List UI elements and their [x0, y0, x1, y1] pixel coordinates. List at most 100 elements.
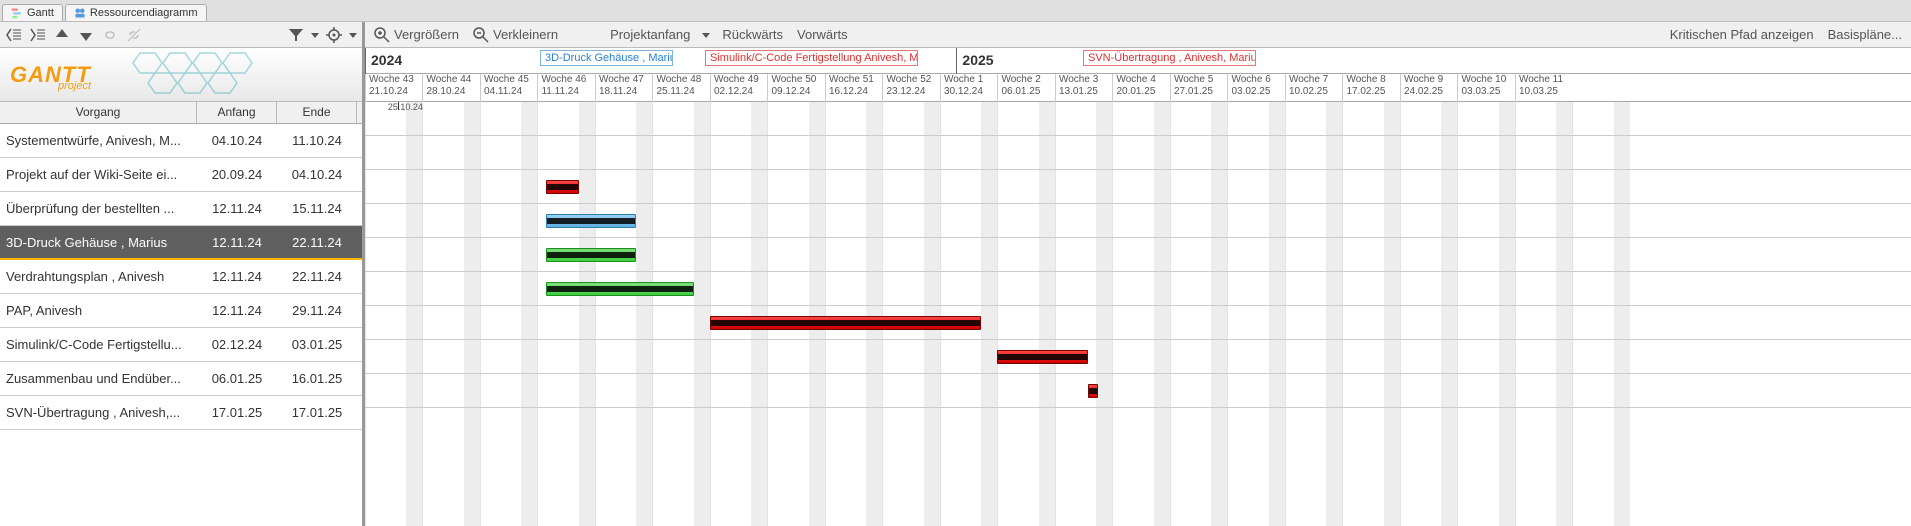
tab-resources-label: Ressourcendiagramm	[90, 7, 198, 19]
filter-button[interactable]	[286, 25, 306, 45]
task-end: 04.10.24	[277, 167, 357, 182]
week-header: Woche 420.01.25	[1112, 74, 1169, 102]
nav-back-button[interactable]: Rückwärts	[719, 25, 786, 44]
indent-button[interactable]	[28, 25, 48, 45]
week-header: Woche 4825.11.24	[652, 74, 709, 102]
columns-dropdown[interactable]	[348, 25, 358, 45]
task-end: 22.11.24	[277, 235, 357, 250]
columns-settings-button[interactable]	[324, 25, 344, 45]
task-name: 3D-Druck Gehäuse , Marius	[0, 235, 197, 250]
move-down-button[interactable]	[76, 25, 96, 45]
task-name: Zusammenbau und Endüber...	[0, 371, 197, 386]
week-header: Woche 924.02.25	[1400, 74, 1457, 102]
week-header: Woche 5223.12.24	[882, 74, 939, 102]
task-start: 04.10.24	[197, 133, 277, 148]
project-start-label: Projektanfang	[610, 27, 690, 42]
week-header: Woche 4718.11.24	[595, 74, 652, 102]
table-header: Vorgang Anfang Ende	[0, 102, 362, 124]
week-header: Woche 603.02.25	[1227, 74, 1284, 102]
week-header: Woche 4902.12.24	[710, 74, 767, 102]
gantt-pane: Vergrößern Verkleinern Projektanfang Rüc…	[365, 22, 1911, 526]
task-start: 12.11.24	[197, 303, 277, 318]
task-row[interactable]: Verdrahtungsplan , Anivesh12.11.2422.11.…	[0, 260, 362, 294]
task-row[interactable]: SVN-Übertragung , Anivesh,...17.01.2517.…	[0, 396, 362, 430]
week-header: Woche 4321.10.24	[365, 74, 422, 102]
milestone-label: SVN-Übertragung , Anivesh, Marius	[1083, 50, 1256, 66]
task-start: 20.09.24	[197, 167, 277, 182]
week-header: Woche 206.01.25	[997, 74, 1054, 102]
task-row[interactable]: Simulink/C-Code Fertigstellu...02.12.240…	[0, 328, 362, 362]
logo-subtitle: project	[58, 80, 91, 92]
task-name: Projekt auf der Wiki-Seite ei...	[0, 167, 197, 182]
zoom-in-label: Vergrößern	[394, 27, 459, 42]
week-header: Woche 817.02.25	[1342, 74, 1399, 102]
nav-forward-label: Vorwärts	[797, 27, 848, 42]
zoom-in-icon	[374, 27, 390, 43]
week-header: Woche 4504.11.24	[480, 74, 537, 102]
year-label: 2025	[962, 52, 993, 68]
task-name: SVN-Übertragung , Anivesh,...	[0, 405, 197, 420]
critical-path-button[interactable]: Kritischen Pfad anzeigen	[1667, 25, 1817, 44]
task-row[interactable]: 3D-Druck Gehäuse , Marius12.11.2422.11.2…	[0, 226, 362, 260]
nav-back-label: Rückwärts	[722, 27, 783, 42]
task-start: 12.11.24	[197, 269, 277, 284]
zoom-out-label: Verkleinern	[493, 27, 558, 42]
week-header: Woche 4611.11.24	[537, 74, 594, 102]
gantt-chart[interactable]: 25.10.24	[365, 102, 1911, 526]
outdent-button[interactable]	[4, 25, 24, 45]
timeline-header: 2024 2025 3D-Druck Gehäuse , Marius Simulin…	[365, 48, 1911, 102]
zoom-in-button[interactable]: Vergrößern	[371, 25, 462, 45]
tab-gantt[interactable]: Gantt	[2, 4, 63, 21]
task-start: 12.11.24	[197, 201, 277, 216]
week-header: Woche 710.02.25	[1285, 74, 1342, 102]
task-row[interactable]: Zusammenbau und Endüber...06.01.2516.01.…	[0, 362, 362, 396]
task-name: Systementwürfe, Anivesh, M...	[0, 133, 197, 148]
milestone-label: Simulink/C-Code Fertigstellung Anivesh, …	[705, 50, 918, 66]
move-up-button[interactable]	[52, 25, 72, 45]
week-header: Woche 4428.10.24	[422, 74, 479, 102]
link-button[interactable]	[100, 25, 120, 45]
task-end: 15.11.24	[277, 201, 357, 216]
tab-resources[interactable]: Ressourcendiagramm	[65, 4, 207, 21]
task-end: 17.01.25	[277, 405, 357, 420]
task-end: 11.10.24	[277, 133, 357, 148]
baselines-button[interactable]: Basispläne...	[1825, 25, 1905, 44]
task-start: 02.12.24	[197, 337, 277, 352]
year-label: 2024	[371, 52, 402, 68]
task-toolbar	[0, 22, 362, 48]
project-start-button[interactable]: Projektanfang	[607, 25, 693, 44]
task-row[interactable]: Systementwürfe, Anivesh, M...04.10.2411.…	[0, 124, 362, 158]
baselines-label: Basispläne...	[1828, 27, 1902, 42]
project-start-dropdown[interactable]	[701, 25, 711, 45]
zoom-out-button[interactable]: Verkleinern	[470, 25, 561, 45]
tab-gantt-label: Gantt	[27, 7, 54, 19]
unlink-button[interactable]	[124, 25, 144, 45]
task-row[interactable]: Projekt auf der Wiki-Seite ei...20.09.24…	[0, 158, 362, 192]
col-header-name[interactable]: Vorgang	[0, 102, 197, 123]
week-header: Woche 1110.03.25	[1515, 74, 1572, 102]
milestone-label: 3D-Druck Gehäuse , Marius	[540, 50, 673, 66]
task-rows: Systementwürfe, Anivesh, M...04.10.2411.…	[0, 124, 362, 526]
nav-forward-button[interactable]: Vorwärts	[794, 25, 851, 44]
task-start: 06.01.25	[197, 371, 277, 386]
zoom-out-icon	[473, 27, 489, 43]
filter-dropdown[interactable]	[310, 25, 320, 45]
col-header-start[interactable]: Anfang	[197, 102, 277, 123]
task-start: 12.11.24	[197, 235, 277, 250]
week-header: Woche 313.01.25	[1055, 74, 1112, 102]
col-header-end[interactable]: Ende	[277, 102, 357, 123]
week-header: Woche 5009.12.24	[767, 74, 824, 102]
task-end: 16.01.25	[277, 371, 357, 386]
week-header: Woche 130.12.24	[940, 74, 997, 102]
task-end: 29.11.24	[277, 303, 357, 318]
task-name: Simulink/C-Code Fertigstellu...	[0, 337, 197, 352]
task-name: Überprüfung der bestellten ...	[0, 201, 197, 216]
task-row[interactable]: Überprüfung der bestellten ...12.11.2415…	[0, 192, 362, 226]
resources-icon	[74, 7, 86, 19]
task-row[interactable]: PAP, Anivesh12.11.2429.11.24	[0, 294, 362, 328]
task-end: 22.11.24	[277, 269, 357, 284]
critical-path-label: Kritischen Pfad anzeigen	[1670, 27, 1814, 42]
gantt-icon	[11, 7, 23, 19]
today-marker-label: 25.10.24	[388, 102, 423, 112]
task-name: PAP, Anivesh	[0, 303, 197, 318]
